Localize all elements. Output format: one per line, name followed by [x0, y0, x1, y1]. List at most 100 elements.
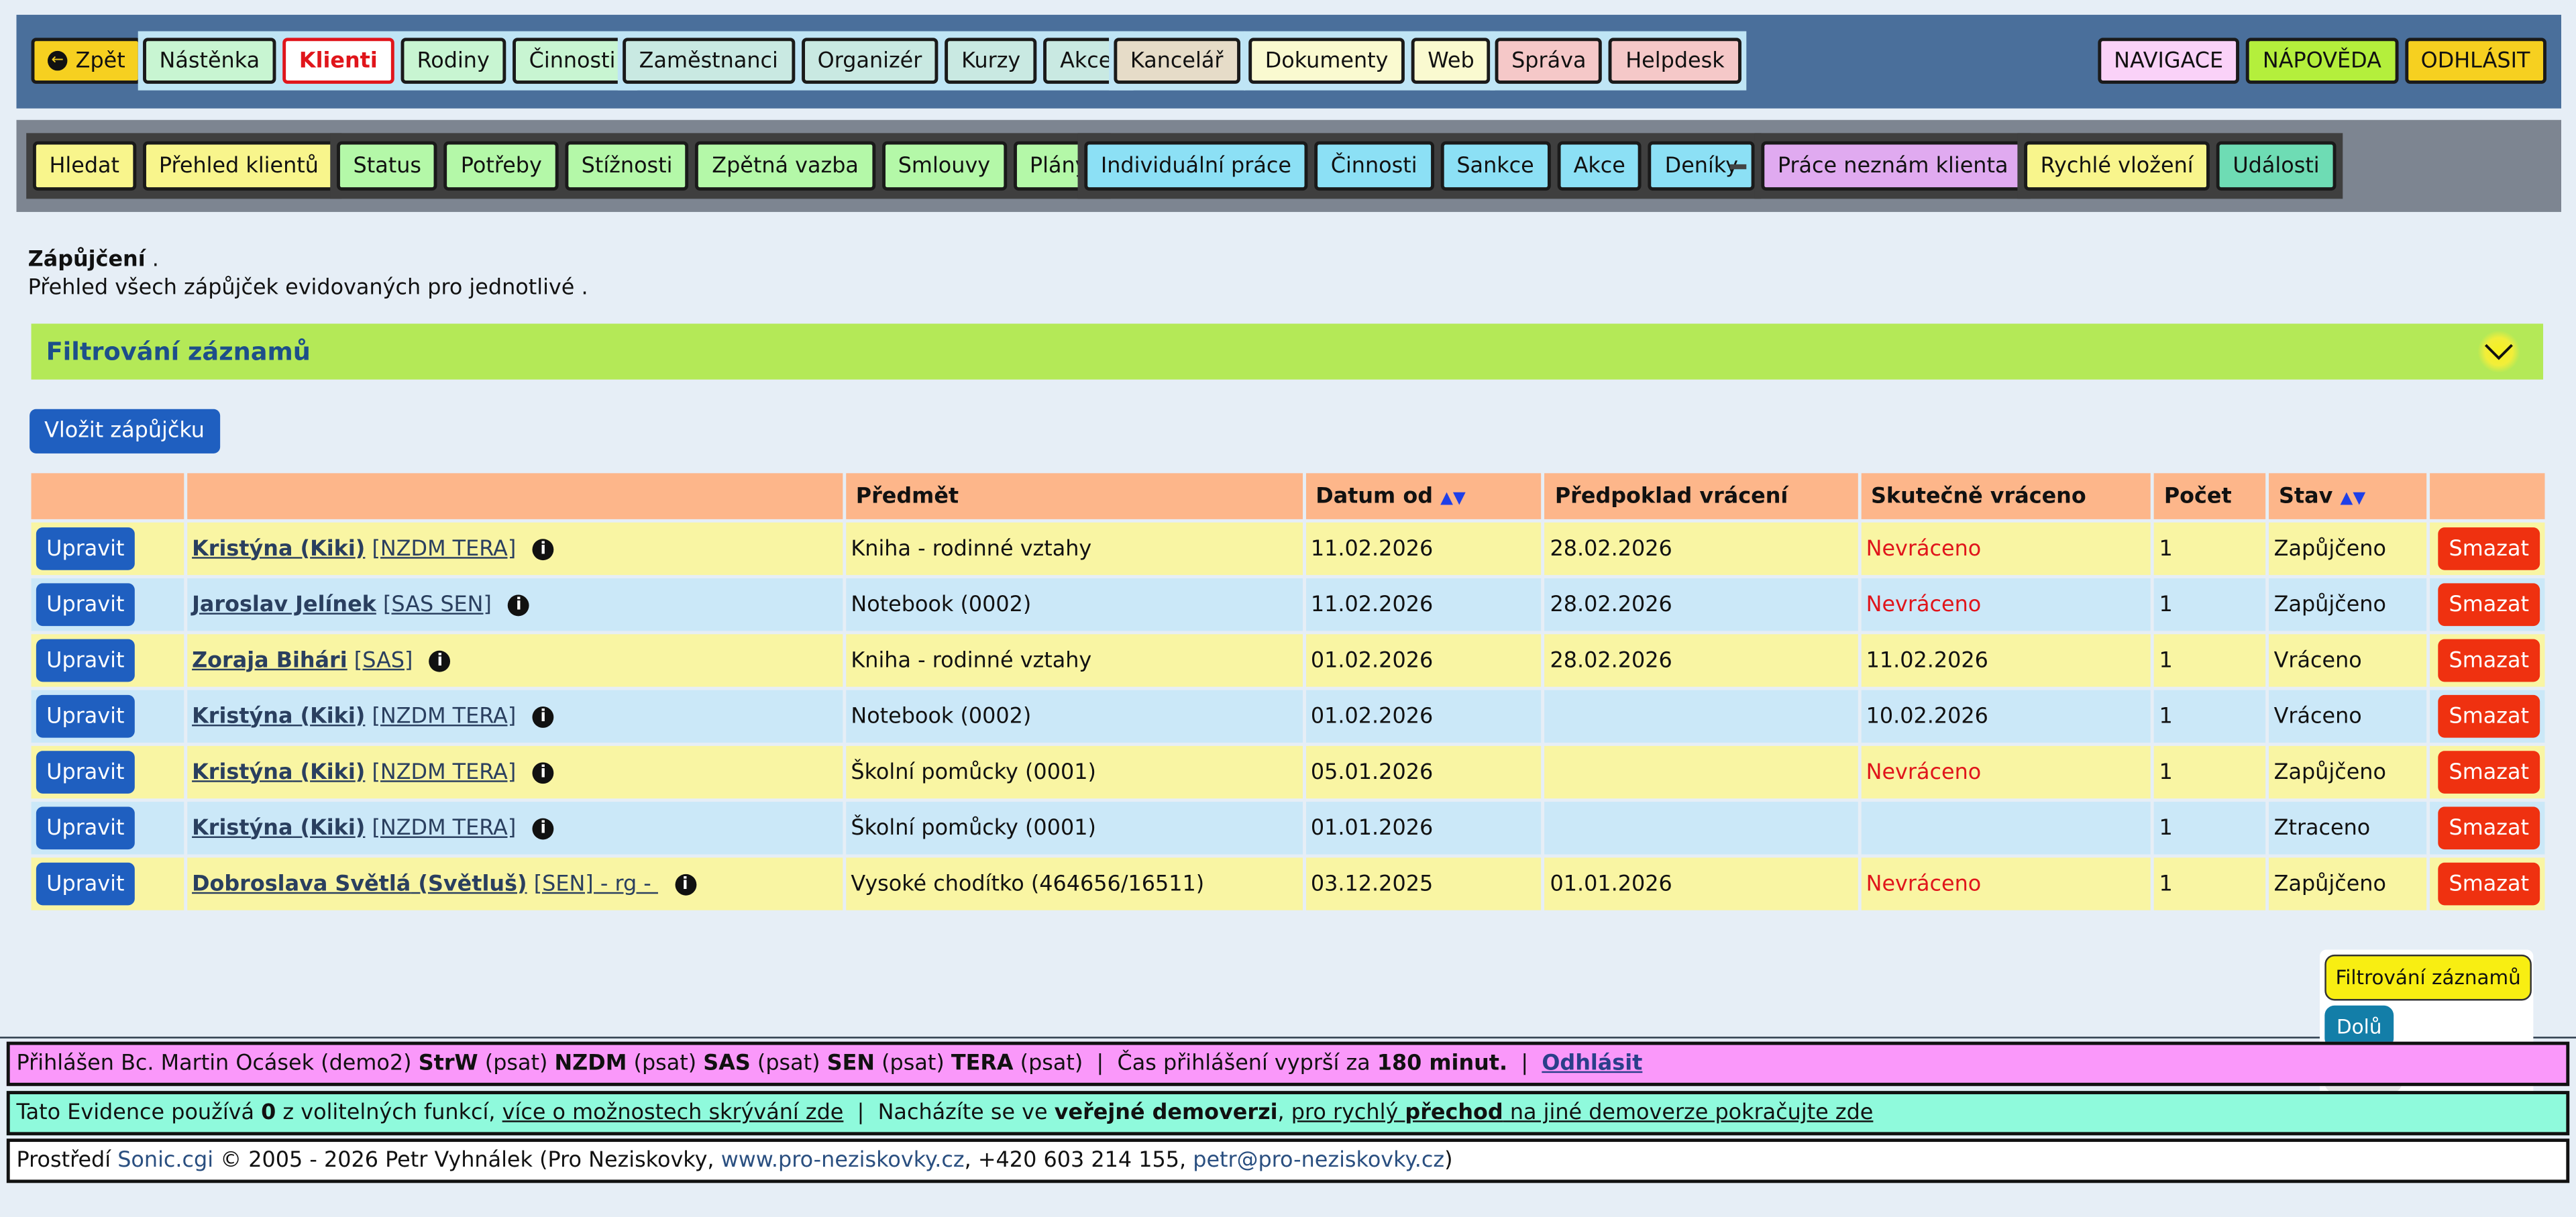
- edit-button[interactable]: Upravit: [36, 694, 135, 738]
- delete-button[interactable]: Smazat: [2438, 862, 2540, 906]
- subnav-needs[interactable]: Potřeby: [444, 141, 559, 191]
- add-loan-button[interactable]: Vložit zápůjčku: [30, 409, 220, 454]
- client-link[interactable]: Dobroslava Světlá (Světluš): [192, 871, 527, 896]
- filter-label: Filtrování záznamů: [46, 337, 311, 367]
- col-delete-header: [2429, 473, 2545, 519]
- client-link[interactable]: Kristýna (Kiki): [192, 704, 365, 729]
- subnav-events[interactable]: Akce: [1557, 141, 1642, 191]
- logout-button[interactable]: ODHLÁSIT: [2404, 38, 2546, 84]
- edit-cell: Upravit: [31, 802, 184, 855]
- client-tag[interactable]: [NZDM TERA]: [372, 760, 517, 785]
- nav-organizer[interactable]: Organizér: [801, 38, 938, 84]
- subnav-search[interactable]: Hledat: [32, 141, 136, 191]
- subnav-unknown-client-work[interactable]: Práce neznám klienta: [1761, 141, 2025, 191]
- demo-switch-link[interactable]: pro rychlý přechod na jiné demoverze pok…: [1291, 1101, 1874, 1126]
- client-link[interactable]: Kristýna (Kiki): [192, 537, 365, 562]
- nav-dashboard[interactable]: Nástěnka: [143, 38, 276, 84]
- col-date-from-header[interactable]: Datum od ▲▼: [1305, 473, 1542, 519]
- edit-button[interactable]: Upravit: [36, 583, 135, 627]
- nav-group-staff: Zaměstnanci Organizér Kurzy Akce: [617, 31, 1134, 91]
- nav-helpdesk[interactable]: Helpdesk: [1609, 38, 1741, 84]
- client-tag[interactable]: [SAS]: [354, 648, 413, 673]
- sort-arrows-icon[interactable]: ▲▼: [1440, 489, 1466, 507]
- col-state-header[interactable]: Stav ▲▼: [2269, 473, 2427, 519]
- info-icon[interactable]: i: [429, 649, 451, 672]
- delete-button[interactable]: Smazat: [2438, 751, 2540, 794]
- page-header: Zápůjčení . Přehled všech zápůjček evido…: [28, 246, 588, 302]
- nav-courses[interactable]: Kurzy: [945, 38, 1037, 84]
- client-tag[interactable]: [NZDM TERA]: [372, 704, 517, 729]
- email-link[interactable]: petr@pro-neziskovky.cz: [1193, 1149, 1444, 1173]
- delete-button[interactable]: Smazat: [2438, 806, 2540, 850]
- website-link[interactable]: www.pro-neziskovky.cz: [721, 1149, 965, 1173]
- back-group: ← Zpět: [26, 32, 146, 91]
- nav-web[interactable]: Web: [1411, 38, 1491, 84]
- subnav-activities[interactable]: Činnosti: [1314, 141, 1434, 191]
- edit-cell: Upravit: [31, 857, 184, 910]
- subnav-feedback[interactable]: Zpětná vazba: [695, 141, 875, 191]
- info-icon[interactable]: i: [508, 594, 530, 616]
- count-cell: 1: [2154, 745, 2266, 799]
- edit-cell: Upravit: [31, 522, 184, 576]
- sonic-link[interactable]: Sonic.cgi: [117, 1149, 213, 1173]
- table-row: Upravit Kristýna (Kiki) [NZDM TERA] i Kniha…: [31, 522, 2545, 576]
- subnav-complaints[interactable]: Stížnosti: [565, 141, 689, 191]
- back-button[interactable]: ← Zpět: [31, 38, 142, 84]
- table-row: Upravit Kristýna (Kiki) [NZDM TERA] i Školn…: [31, 745, 2545, 799]
- item-cell: Kniha - rodinné vztahy: [846, 522, 1303, 576]
- info-icon[interactable]: i: [532, 761, 554, 783]
- client-link[interactable]: Kristýna (Kiki): [192, 760, 365, 785]
- nav-activities[interactable]: Činnosti: [513, 38, 632, 84]
- client-link[interactable]: Jaroslav Jelínek: [192, 592, 376, 617]
- nav-documents[interactable]: Dokumenty: [1248, 38, 1405, 84]
- client-tag[interactable]: [NZDM TERA]: [372, 816, 517, 841]
- subnav-quick-insert[interactable]: Rychlé vložení: [2024, 141, 2210, 191]
- subnav-contracts[interactable]: Smlouvy: [881, 141, 1007, 191]
- edit-button[interactable]: Upravit: [36, 862, 135, 906]
- subnav-happenings[interactable]: Události: [2216, 141, 2337, 191]
- subnav-sanctions[interactable]: Sankce: [1440, 141, 1551, 191]
- client-link[interactable]: Kristýna (Kiki): [192, 816, 365, 841]
- info-icon[interactable]: i: [674, 873, 696, 895]
- subnav-individual-work[interactable]: Individuální práce: [1084, 141, 1308, 191]
- footer-logout-link[interactable]: Odhlásit: [1542, 1051, 1642, 1076]
- nav-employees[interactable]: Zaměstnanci: [623, 38, 795, 84]
- edit-button[interactable]: Upravit: [36, 639, 135, 682]
- delete-button[interactable]: Smazat: [2438, 583, 2540, 627]
- col-item-header: Předmět: [846, 473, 1303, 519]
- client-tag[interactable]: [SEN] - rg -: [534, 871, 658, 896]
- chevron-down-icon[interactable]: [2477, 330, 2520, 373]
- filter-toggle-bar[interactable]: Filtrování záznamů: [31, 323, 2544, 380]
- edit-button[interactable]: Upravit: [36, 751, 135, 794]
- client-tag[interactable]: [SAS SEN]: [383, 592, 492, 617]
- delete-button[interactable]: Smazat: [2438, 639, 2540, 682]
- client-tag[interactable]: [NZDM TERA]: [372, 537, 517, 562]
- delete-button[interactable]: Smazat: [2438, 694, 2540, 738]
- subnav-status[interactable]: Status: [337, 141, 438, 191]
- info-icon[interactable]: i: [532, 705, 554, 727]
- client-cell: Jaroslav Jelínek [SAS SEN] i: [186, 578, 843, 631]
- info-icon[interactable]: i: [532, 817, 554, 839]
- nav-families[interactable]: Rodiny: [400, 38, 506, 84]
- float-filter-button[interactable]: Filtrování záznamů: [2324, 954, 2532, 1001]
- hide-features-link[interactable]: více o možnostech skrývání zde: [502, 1101, 844, 1126]
- delete-button[interactable]: Smazat: [2438, 527, 2540, 570]
- date-from-cell: 05.01.2026: [1305, 745, 1542, 799]
- nav-admin[interactable]: Správa: [1495, 38, 1603, 84]
- returned-cell: [1861, 802, 2151, 855]
- nav-group-right: NAVIGACE NÁPOVĚDA ODHLÁSIT: [2092, 32, 2551, 91]
- edit-cell: Upravit: [31, 634, 184, 687]
- help-button[interactable]: NÁPOVĚDA: [2246, 38, 2398, 84]
- table-row: Upravit Zoraja Bihári [SAS] i Kniha - rodin…: [31, 634, 2545, 687]
- edit-button[interactable]: Upravit: [36, 527, 135, 570]
- state-cell: Zapůjčeno: [2269, 522, 2427, 576]
- nav-office[interactable]: Kancelář: [1114, 38, 1240, 84]
- client-link[interactable]: Zoraja Bihári: [192, 648, 347, 673]
- subnav-client-overview[interactable]: Přehled klientů: [142, 141, 335, 191]
- sort-arrows-icon[interactable]: ▲▼: [2340, 489, 2365, 507]
- navigation-button[interactable]: NAVIGACE: [2097, 38, 2240, 84]
- delete-cell: Smazat: [2429, 745, 2545, 799]
- info-icon[interactable]: i: [532, 538, 554, 560]
- nav-clients[interactable]: Klienti: [282, 38, 394, 84]
- edit-button[interactable]: Upravit: [36, 806, 135, 850]
